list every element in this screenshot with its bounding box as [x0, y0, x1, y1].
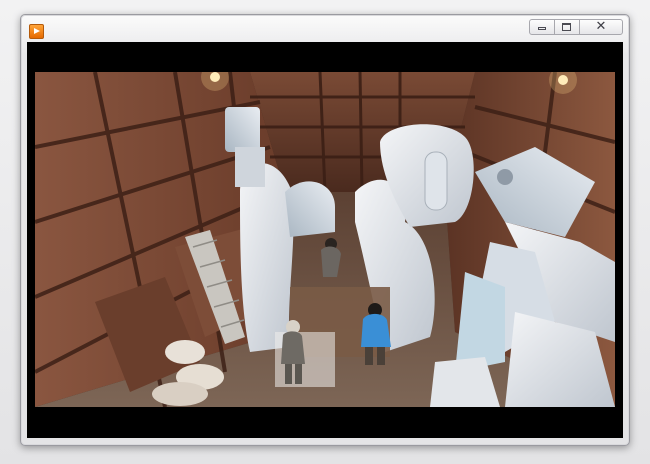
close-icon: ✕	[595, 19, 607, 34]
maximize-button[interactable]	[554, 19, 580, 35]
window-controls: ✕	[529, 19, 623, 35]
minimize-icon	[538, 27, 546, 30]
desktop: ✕	[0, 0, 650, 464]
video-area[interactable]	[27, 42, 623, 438]
video-frame[interactable]	[35, 72, 615, 407]
video-image	[35, 72, 615, 407]
close-button[interactable]: ✕	[579, 19, 623, 35]
maximize-icon	[562, 23, 571, 31]
minimize-button[interactable]	[529, 19, 555, 35]
media-player-icon[interactable]	[29, 24, 44, 39]
media-player-window: ✕	[20, 14, 630, 446]
